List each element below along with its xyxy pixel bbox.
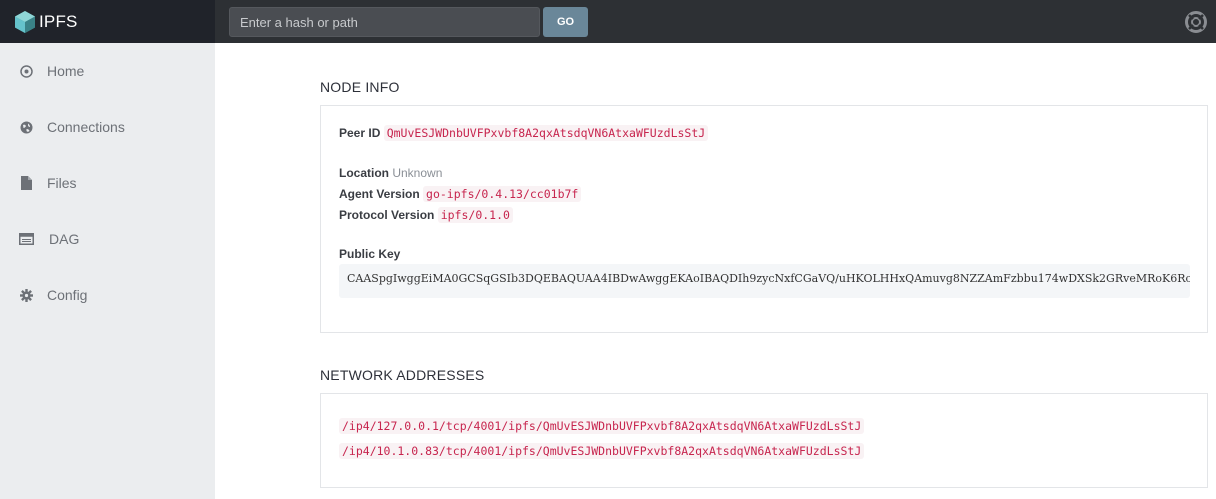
public-key-row: Public Key	[339, 247, 400, 261]
network-address: /ip4/127.0.0.1/tcp/4001/ipfs/QmUvESJWDnb…	[339, 418, 865, 434]
public-key-value[interactable]: CAASpgIwggEiMA0GCSqGSIb3DQEBAQUAA4IBDwAw…	[339, 264, 1190, 298]
window-icon	[18, 231, 34, 247]
location-label: Location	[339, 166, 389, 180]
target-icon	[18, 63, 34, 79]
sidebar-item-dag[interactable]: DAG	[0, 219, 215, 259]
go-button[interactable]: GO	[543, 7, 588, 37]
sidebar-item-config[interactable]: Config	[0, 275, 215, 315]
network-addresses-heading: NETWORK ADDRESSES	[320, 367, 485, 383]
sidebar-item-label: Files	[47, 175, 77, 191]
app-title: IPFS	[39, 11, 78, 31]
peer-id-value: QmUvESJWDnbUVFPxvbf8A2qxAtsdqVN6AtxaWFUz…	[383, 125, 709, 141]
sidebar-item-label: DAG	[49, 231, 80, 247]
sidebar: Home Connections Files DAG Config	[0, 43, 215, 499]
protocol-version-label: Protocol Version	[339, 208, 435, 222]
list-item: /ip4/127.0.0.1/tcp/4001/ipfs/QmUvESJWDnb…	[339, 418, 865, 434]
agent-version-value: go-ipfs/0.4.13/cc01b7f	[423, 186, 582, 202]
location-value: Unknown	[392, 166, 443, 180]
ipfs-logo-icon	[15, 10, 35, 33]
peer-id-row: Peer ID QmUvESJWDnbUVFPxvbf8A2qxAtsdqVN6…	[339, 125, 709, 141]
sidebar-item-connections[interactable]: Connections	[0, 107, 215, 147]
search-input[interactable]	[229, 7, 540, 37]
lifebuoy-icon[interactable]	[1185, 11, 1207, 33]
brand[interactable]: IPFS	[0, 0, 215, 43]
sidebar-item-label: Connections	[47, 119, 125, 135]
sidebar-item-home[interactable]: Home	[0, 51, 215, 91]
gear-icon	[18, 287, 34, 303]
location-row: Location Unknown	[339, 166, 442, 180]
node-info-panel: Peer ID QmUvESJWDnbUVFPxvbf8A2qxAtsdqVN6…	[320, 105, 1208, 333]
sidebar-item-files[interactable]: Files	[0, 163, 215, 203]
sidebar-item-label: Home	[47, 63, 85, 79]
list-item: /ip4/10.1.0.83/tcp/4001/ipfs/QmUvESJWDnb…	[339, 443, 865, 459]
public-key-label: Public Key	[339, 247, 401, 261]
agent-version-label: Agent Version	[339, 187, 420, 201]
protocol-version-value: ipfs/0.1.0	[437, 207, 513, 223]
globe-icon	[18, 119, 34, 135]
peer-id-label: Peer ID	[339, 126, 381, 140]
agent-version-row: Agent Version go-ipfs/0.4.13/cc01b7f	[339, 186, 582, 202]
file-icon	[18, 175, 34, 191]
protocol-version-row: Protocol Version ipfs/0.1.0	[339, 207, 513, 223]
node-info-heading: NODE INFO	[320, 79, 400, 95]
network-address: /ip4/10.1.0.83/tcp/4001/ipfs/QmUvESJWDnb…	[339, 443, 865, 459]
sidebar-item-label: Config	[47, 287, 88, 303]
network-addresses-panel: /ip4/127.0.0.1/tcp/4001/ipfs/QmUvESJWDnb…	[320, 393, 1208, 488]
top-bar: IPFS GO	[0, 0, 1216, 43]
